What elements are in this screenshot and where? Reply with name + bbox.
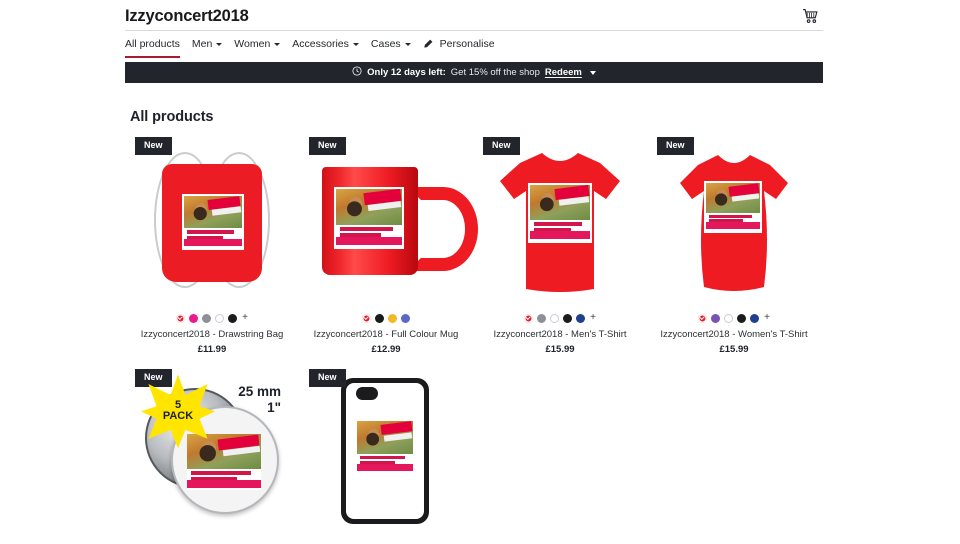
swatch-black[interactable] <box>563 313 573 323</box>
nav-label: Cases <box>370 38 401 50</box>
shopping-cart-icon[interactable] <box>797 4 823 28</box>
status-badge: New <box>309 369 346 388</box>
promo-rest-text: Get 15% off the shop <box>450 67 540 78</box>
status-badge: New <box>657 137 694 155</box>
product-price: £15.99 <box>719 344 749 356</box>
color-swatches <box>299 311 473 325</box>
swatch-grey[interactable] <box>537 313 547 323</box>
phone-case-body <box>341 378 429 525</box>
main-navigation: All products Men Women Accessories Cases <box>125 31 823 62</box>
product-price: £11.99 <box>197 344 227 356</box>
chevron-down-icon[interactable] <box>589 71 596 75</box>
product-title: Izzyconcert2018 - Drawstring Bag <box>140 329 284 340</box>
nav-item-all-products[interactable]: All products <box>125 38 192 58</box>
swatch-black[interactable] <box>375 313 384 323</box>
clock-icon <box>352 66 362 79</box>
camera-cutout <box>356 387 378 401</box>
product-title: Izzyconcert2018 - Men's T-Shirt <box>493 329 627 340</box>
chevron-down-icon <box>352 43 359 46</box>
product-image-womens-tshirt <box>647 137 821 305</box>
product-image-phone-case <box>299 369 473 537</box>
swatch-pink[interactable] <box>189 313 199 323</box>
swatch-black[interactable] <box>737 313 747 323</box>
nav-label: Men <box>191 38 213 50</box>
more-colors-button[interactable]: + <box>590 313 596 323</box>
nav-item-cases[interactable]: Cases <box>371 38 423 58</box>
product-image-badge: 25 mm 1" 5 PACK <box>125 369 299 537</box>
artwork-print <box>187 434 261 491</box>
more-colors-button[interactable]: + <box>242 313 248 323</box>
swatch-black[interactable] <box>228 313 238 323</box>
product-image-drawstring-bag <box>125 137 299 305</box>
nav-label: Personalise <box>439 38 495 50</box>
chevron-down-icon <box>274 43 281 46</box>
product-card-drawstring-bag[interactable]: New + Izzyconcert2018 - Drawstring Bag £… <box>125 137 299 359</box>
page-container: Izzyconcert2018 All products Men Women A… <box>125 0 823 544</box>
nav-item-accessories[interactable]: Accessories <box>292 38 371 58</box>
swatch-red[interactable] <box>362 313 371 323</box>
shop-header: Izzyconcert2018 <box>125 0 823 31</box>
nav-item-personalise[interactable]: Personalise <box>423 38 507 58</box>
swatch-white[interactable] <box>550 313 560 323</box>
shop-page: Izzyconcert2018 All products Men Women A… <box>0 0 960 544</box>
swatch-red[interactable] <box>176 313 186 323</box>
status-badge: New <box>483 137 520 155</box>
artwork-print <box>357 421 413 474</box>
mug-handle <box>408 187 478 271</box>
swatch-purple[interactable] <box>711 313 721 323</box>
phone-case-face <box>346 383 424 520</box>
product-card-full-colour-mug[interactable]: New Izzyconcert2018 - Full Colour Mug £1… <box>299 137 478 359</box>
product-price: £12.99 <box>371 344 401 356</box>
product-card-badge-25mm[interactable]: New 25 mm 1" 5 PACK <box>125 369 299 544</box>
status-badge: New <box>135 137 172 155</box>
swatch-grey[interactable] <box>202 313 212 323</box>
swatch-yellow[interactable] <box>388 313 397 323</box>
swatch-blue[interactable] <box>401 313 410 323</box>
product-card-phone-case[interactable]: New <box>299 369 473 544</box>
swatch-navy[interactable] <box>750 313 760 323</box>
nav-label: Accessories <box>292 38 349 50</box>
chevron-down-icon <box>216 43 223 46</box>
product-title: Izzyconcert2018 - Women's T-Shirt <box>660 329 808 340</box>
swatch-navy[interactable] <box>576 313 586 323</box>
swatch-white[interactable] <box>724 313 734 323</box>
pencil-icon <box>423 39 433 49</box>
redeem-link[interactable]: Redeem <box>545 67 582 78</box>
shop-title: Izzyconcert2018 <box>125 6 249 25</box>
artwork-print <box>334 187 404 249</box>
product-price: £15.99 <box>545 344 575 356</box>
chevron-down-icon <box>404 43 411 46</box>
nav-label: Women <box>234 38 271 50</box>
promo-banner[interactable]: Only 12 days left: Get 15% off the shop … <box>125 62 823 83</box>
status-badge: New <box>135 369 172 388</box>
pack-word: PACK <box>162 410 194 423</box>
swatch-white[interactable] <box>215 313 225 323</box>
page-title: All products <box>130 109 214 125</box>
product-image-mens-tshirt <box>473 137 647 305</box>
product-card-womens-tshirt[interactable]: New + Izzyconcert2018 - Women's T-Shirt … <box>647 137 821 359</box>
swatch-red[interactable] <box>524 313 534 323</box>
more-colors-button[interactable]: + <box>764 313 770 323</box>
artwork-print <box>182 194 244 250</box>
product-image-mug <box>299 137 478 305</box>
nav-item-men[interactable]: Men <box>192 38 234 58</box>
product-title: Izzyconcert2018 - Full Colour Mug <box>313 329 459 340</box>
artwork-print <box>704 181 762 233</box>
status-badge: New <box>309 137 346 155</box>
swatch-red[interactable] <box>698 313 708 323</box>
product-grid: New + Izzyconcert2018 - Drawstring Bag £… <box>125 137 823 544</box>
color-swatches: + <box>125 311 299 325</box>
color-swatches: + <box>473 311 647 325</box>
nav-item-women[interactable]: Women <box>234 38 292 58</box>
promo-bold-text: Only 12 days left: <box>367 67 446 78</box>
color-swatches: + <box>647 311 821 325</box>
artwork-print <box>528 183 592 243</box>
nav-label: All products <box>125 38 180 50</box>
product-card-mens-tshirt[interactable]: New + Izzyconcert2018 - Men's T-Shirt £1… <box>473 137 647 359</box>
size-label-mm: 25 mm <box>238 384 281 400</box>
